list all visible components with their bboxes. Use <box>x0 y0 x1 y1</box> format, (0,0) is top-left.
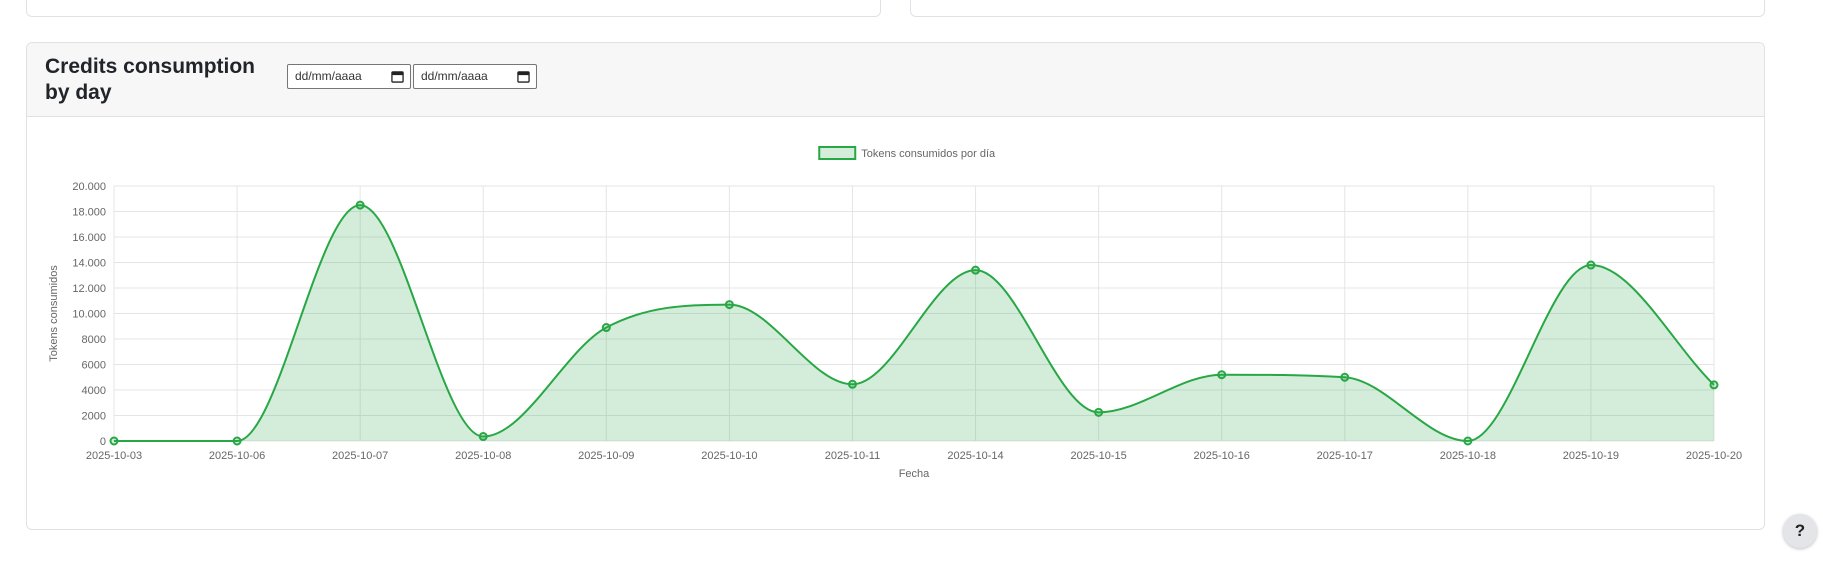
legend-label: Tokens consumidos por día <box>861 148 996 160</box>
data-point <box>1094 407 1104 417</box>
x-tick-label: 2025-10-17 <box>1317 450 1373 462</box>
series-area <box>114 205 1714 441</box>
calendar-icon[interactable] <box>391 70 404 83</box>
date-from-placeholder: dd/mm/aaaa <box>295 69 362 83</box>
x-axis-title: Fecha <box>899 468 930 480</box>
y-tick-label: 4000 <box>82 385 106 397</box>
x-tick-label: 2025-10-10 <box>701 450 757 462</box>
data-point <box>1217 370 1227 380</box>
y-tick-label: 2000 <box>82 411 106 423</box>
x-tick-label: 2025-10-18 <box>1440 450 1496 462</box>
y-tick-label: 14.000 <box>72 258 106 270</box>
calendar-icon[interactable] <box>517 70 530 83</box>
tokens-area-chart: 0 2000 4000 6000 8000 10.000 12.000 14.000 16.00… <box>48 146 1742 480</box>
y-axis-title: Tokens consumidos <box>48 265 60 362</box>
data-point <box>232 436 242 446</box>
help-button[interactable]: ? <box>1783 514 1817 548</box>
y-tick-label: 12.000 <box>72 283 106 295</box>
date-to-input[interactable]: dd/mm/aaaa <box>413 63 537 89</box>
credits-chart-card: Credits consumption by day dd/mm/aaaa dd… <box>26 42 1765 530</box>
date-from-input[interactable]: dd/mm/aaaa <box>287 63 411 89</box>
card-header: Credits consumption by day dd/mm/aaaa dd… <box>27 43 1764 117</box>
x-tick-label: 2025-10-06 <box>209 450 265 462</box>
x-tick-label: 2025-10-14 <box>947 450 1003 462</box>
x-tick-label: 2025-10-08 <box>455 450 511 462</box>
data-point <box>1340 372 1350 382</box>
card-title: Credits consumption by day <box>45 54 256 104</box>
data-point <box>1463 436 1473 446</box>
data-point <box>971 265 981 275</box>
data-point <box>724 300 734 310</box>
date-to-placeholder: dd/mm/aaaa <box>421 69 488 83</box>
y-tick-label: 0 <box>100 436 106 448</box>
x-tick-label: 2025-10-03 <box>86 450 142 462</box>
y-tick-label: 8000 <box>82 334 106 346</box>
y-tick-label: 10.000 <box>72 309 106 321</box>
x-tick-label: 2025-10-15 <box>1070 450 1126 462</box>
y-tick-label: 18.000 <box>72 207 106 219</box>
chart-area: 0 2000 4000 6000 8000 10.000 12.000 14.000 16.00… <box>27 117 1764 529</box>
data-point <box>355 200 365 210</box>
top-card-right <box>910 0 1765 17</box>
x-tick-label: 2025-10-16 <box>1194 450 1250 462</box>
y-tick-label: 6000 <box>82 360 106 372</box>
x-tick-label: 2025-10-07 <box>332 450 388 462</box>
legend-swatch <box>818 146 857 160</box>
data-point <box>1586 260 1596 270</box>
top-card-left <box>26 0 881 17</box>
data-point <box>847 379 857 389</box>
data-point <box>601 323 611 333</box>
data-point <box>109 436 119 446</box>
y-tick-label: 16.000 <box>72 232 106 244</box>
x-tick-label: 2025-10-09 <box>578 450 634 462</box>
x-tick-label: 2025-10-19 <box>1563 450 1619 462</box>
data-point <box>1709 380 1719 390</box>
x-tick-label: 2025-10-20 <box>1686 450 1742 462</box>
x-tick-label: 2025-10-11 <box>825 450 880 462</box>
y-tick-label: 20.000 <box>72 181 106 193</box>
data-point <box>478 432 488 442</box>
